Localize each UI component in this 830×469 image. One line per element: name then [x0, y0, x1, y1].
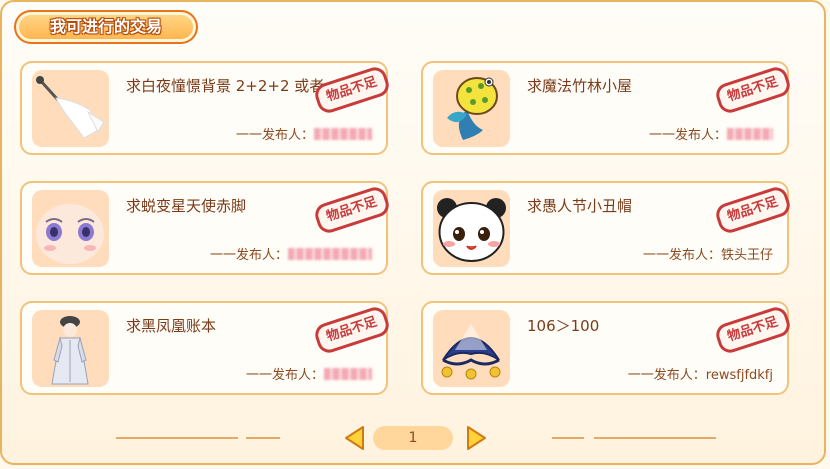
poster-name: rewsfjfdkfj [705, 368, 773, 383]
poster-name-redacted [314, 128, 372, 140]
trade-card[interactable]: 106＞100 一一发布人：rewsfjfdkfj 物品不足 [421, 301, 793, 395]
poster-name-redacted [288, 248, 372, 260]
insufficient-items-stamp: 物品不足 [312, 184, 392, 236]
insufficient-items-stamp: 物品不足 [713, 64, 793, 116]
insufficient-items-stamp: 物品不足 [713, 184, 793, 236]
poster-name-redacted [727, 128, 773, 140]
poster-name: 铁头王仔 [720, 248, 773, 263]
page-number: 1 [373, 426, 453, 450]
trade-card[interactable]: 求愚人节小丑帽 一一发布人：铁头王仔 物品不足 [421, 181, 793, 275]
poster-info: 一一发布人： [210, 244, 372, 263]
item-thumbnail-jester-hat [433, 310, 510, 387]
item-name: 求愚人节小丑帽 [527, 197, 633, 215]
next-page-arrow-icon[interactable] [464, 425, 488, 451]
poster-info: 一一发布人：rewsfjfdkfj [627, 368, 773, 383]
poster-name-redacted [324, 368, 372, 380]
poster-info: 一一发布人：铁头王仔 [642, 248, 773, 263]
item-thumbnail-outfit [32, 310, 109, 387]
divider [246, 437, 280, 439]
item-thumbnail-face [32, 190, 109, 267]
panel-title: 我可进行的交易 [14, 10, 198, 44]
trade-card[interactable]: 求魔法竹林小屋 一一发布人： 物品不足 [421, 61, 793, 155]
insufficient-items-stamp: 物品不足 [312, 64, 392, 116]
poster-info: 一一发布人： [246, 364, 372, 383]
item-name: 求蜕变星天使赤脚 [126, 197, 247, 215]
trade-card[interactable]: 求白夜憧憬背景 2+2+2 或者 一一发布人： 物品不足 [20, 61, 392, 155]
poster-info: 一一发布人： [236, 124, 372, 143]
item-name: 求魔法竹林小屋 [527, 77, 633, 95]
insufficient-items-stamp: 物品不足 [312, 304, 392, 356]
item-thumbnail-gloves [32, 70, 109, 147]
divider [116, 437, 238, 439]
poster-info: 一一发布人： [649, 124, 773, 143]
item-thumbnail-clown-hat [433, 190, 510, 267]
insufficient-items-stamp: 物品不足 [713, 304, 793, 356]
divider [552, 437, 584, 439]
prev-page-arrow-icon[interactable] [343, 425, 367, 451]
item-name: 求黑凤凰账本 [126, 317, 217, 335]
divider [594, 437, 716, 439]
item-thumbnail-mushroom-house [433, 70, 510, 147]
trade-card[interactable]: 求黑凤凰账本 一一发布人： 物品不足 [20, 301, 392, 395]
item-name: 106＞100 [527, 317, 600, 335]
trade-card[interactable]: 求蜕变星天使赤脚 一一发布人： 物品不足 [20, 181, 392, 275]
item-name: 求白夜憧憬背景 2+2+2 或者 [126, 77, 325, 95]
